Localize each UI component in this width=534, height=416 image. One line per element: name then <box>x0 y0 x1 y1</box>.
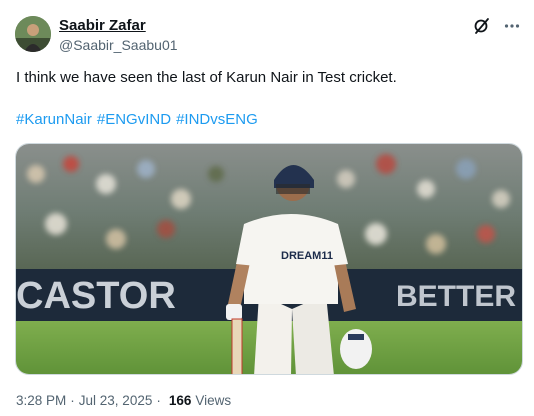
author-name[interactable]: Saabir Zafar <box>59 17 146 34</box>
tweet-time[interactable]: 3:28 PM <box>16 393 66 408</box>
views-label: Views <box>195 393 232 408</box>
tweet-text: I think we have seen the last of Karun N… <box>16 69 397 86</box>
more-icon[interactable] <box>502 16 522 36</box>
board-text-right: BETTER <box>396 280 516 313</box>
shirt-text: DREAM11 <box>281 250 333 262</box>
meta-separator: · <box>70 393 75 408</box>
hashtag-link[interactable]: #ENGvIND <box>97 111 171 128</box>
tweet-date[interactable]: Jul 23, 2025 <box>79 393 153 408</box>
grok-icon[interactable] <box>472 16 492 36</box>
tweet-media-image[interactable]: CASTOR BETTER DREAM11 <box>15 143 523 375</box>
tweet-actions-top <box>472 16 522 36</box>
tweet-card: Saabir Zafar @Saabir_Saabu01 I think we … <box>0 0 534 416</box>
tweet-meta: 3:28 PM · Jul 23, 2025 · 166 Views <box>16 393 231 408</box>
views-count: 166 <box>168 393 192 408</box>
hashtag-list: #KarunNair #ENGvIND #INDvsENG <box>16 111 258 128</box>
author-handle[interactable]: @Saabir_Saabu01 <box>59 37 178 53</box>
avatar[interactable] <box>15 16 51 52</box>
hashtag-link[interactable]: #KarunNair <box>16 111 92 128</box>
meta-separator: · <box>156 393 161 408</box>
hashtag-link[interactable]: #INDvsENG <box>176 111 258 128</box>
board-text: CASTOR <box>16 275 176 317</box>
